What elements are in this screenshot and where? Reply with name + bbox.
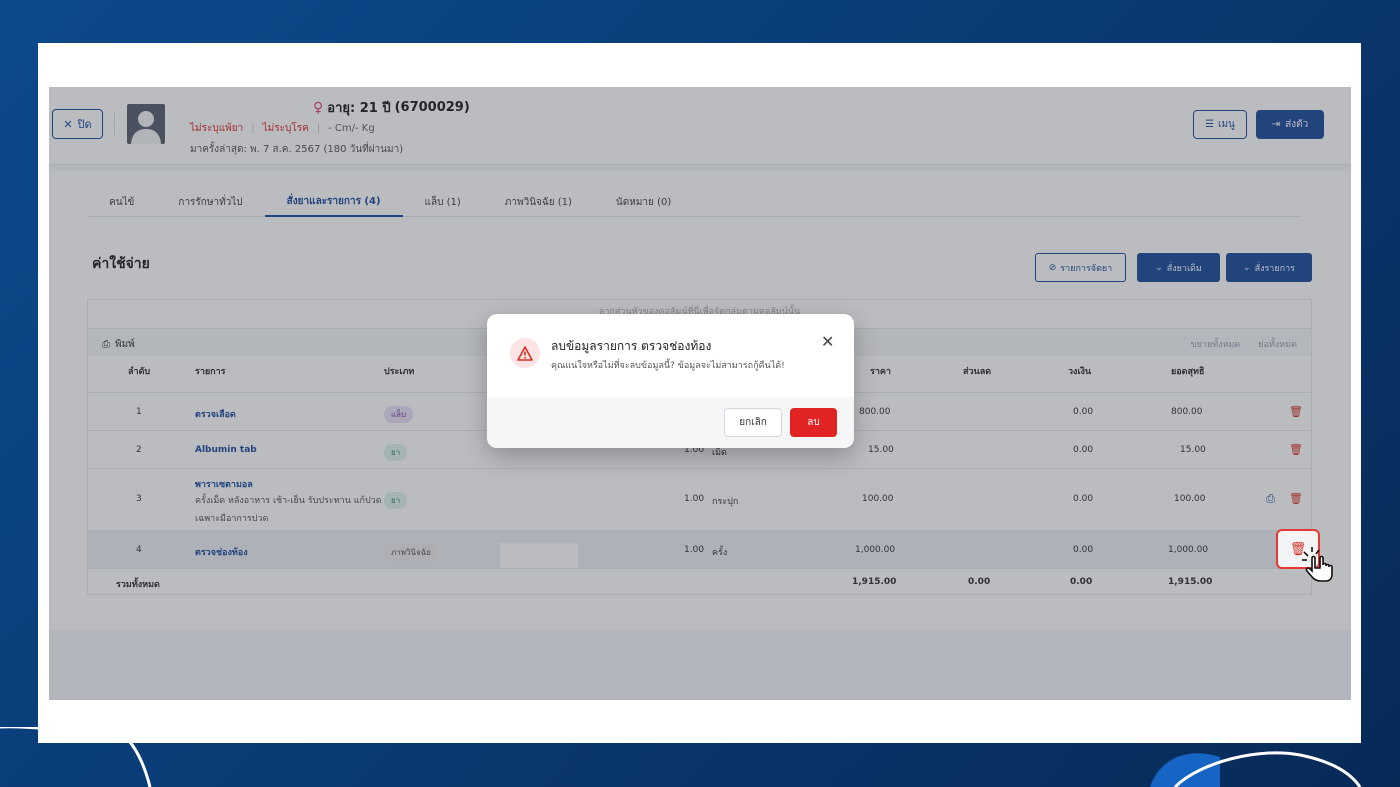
screenshot-frame: ✕ ปิด ♀ อายุ: 21 ปี (6700029) ไม่ระบุแพ้… <box>38 43 1361 743</box>
delete-confirm-dialog: ลบข้อมูลรายการ ตรวจช่องท้อง คุณแน่ใจหรือ… <box>487 314 854 448</box>
dialog-footer: ยกเลิก ลบ <box>487 397 854 448</box>
close-icon[interactable]: ✕ <box>821 332 834 351</box>
dialog-title: ลบข้อมูลรายการ ตรวจช่องท้อง <box>551 339 712 353</box>
app-window: ✕ ปิด ♀ อายุ: 21 ปี (6700029) ไม่ระบุแพ้… <box>49 87 1351 700</box>
confirm-delete-button[interactable]: ลบ <box>790 408 837 437</box>
dialog-message: คุณแน่ใจหรือไม่ที่จะลบข้อมูลนี้? ข้อมูลจ… <box>551 361 785 371</box>
hand-pointer-icon <box>1302 547 1333 582</box>
cancel-button[interactable]: ยกเลิก <box>724 408 782 437</box>
warning-icon <box>510 338 540 368</box>
